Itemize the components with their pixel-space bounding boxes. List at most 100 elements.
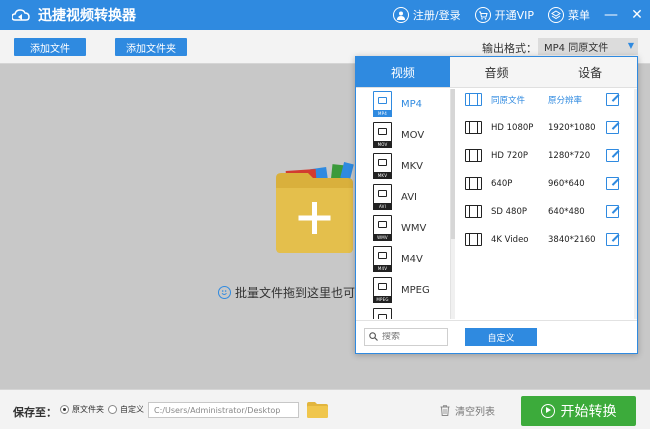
film-icon [465,177,482,190]
tab-audio[interactable]: 音频 [450,57,544,87]
format-item-avi[interactable]: AVI AVI [356,182,448,213]
open-vip-label: 开通VIP [494,9,534,22]
edit-icon[interactable] [606,233,619,246]
format-name: AVI [401,192,417,203]
start-convert-button[interactable]: 开始转换 [521,396,636,426]
video-file-icon: MOV [373,122,392,148]
edit-icon[interactable] [606,177,619,190]
tab-device[interactable]: 设备 [543,57,637,87]
format-name: MKV [401,161,424,172]
resolution-row[interactable]: 4K Video 3840*2160 [457,229,635,251]
format-tabs: 视频 音频 设备 [356,57,637,88]
minimize-button[interactable]: — [598,0,624,30]
clear-list-label: 清空列表 [455,407,495,418]
format-name: WMV [401,223,427,234]
save-to-label: 保存至： [13,406,57,419]
resolution-size: 640*480 [548,207,585,217]
film-icon [465,121,482,134]
video-file-icon: MPEG [373,277,392,303]
edit-icon[interactable] [606,205,619,218]
resolution-list: 同原文件 原分辨率 HD 1080P 1920*1080 HD 720P 128… [457,89,637,319]
resolution-size: 1280*720 [548,151,591,161]
register-login-label: 注册/登录 [412,9,461,22]
resolution-name: HD 1080P [491,123,534,133]
output-path-field[interactable]: C:/Users/Administrator/Desktop [148,402,299,418]
user-icon [392,7,409,23]
format-name: MOV [401,130,425,141]
film-icon [465,205,482,218]
video-file-icon [373,308,392,319]
format-search[interactable] [364,328,448,346]
format-name: MPEG [401,285,430,296]
output-format-select[interactable]: MP4 同原文件 ▼ [538,38,638,55]
format-item-mov[interactable]: MOV MOV [356,120,448,151]
film-icon [465,149,482,162]
output-format-value: MP4 同原文件 [544,43,609,54]
tab-video[interactable]: 视频 [356,57,450,87]
edit-icon[interactable] [606,149,619,162]
title-bar: 迅捷视频转换器 注册/登录 开通VIP 菜单 — ✕ [0,0,650,30]
film-icon [465,93,482,106]
menu-label: 菜单 [568,9,590,22]
custom-format-button[interactable]: 自定义 [465,328,537,346]
search-icon [369,330,378,344]
edit-icon[interactable] [606,93,619,106]
popup-footer: 自定义 [356,320,637,353]
format-popup: 视频 音频 设备 MP4 MP4 MOV MOV MKV MKV AVI AVI… [355,56,638,354]
resolution-name: HD 720P [491,151,528,161]
smile-icon [218,286,231,299]
resolution-row[interactable]: HD 1080P 1920*1080 [457,117,635,139]
add-file-button[interactable]: 添加文件 [14,38,86,56]
layers-icon [548,7,564,23]
format-list-scrollbar[interactable] [451,89,455,319]
menu-button[interactable]: 菜单 [548,7,590,23]
edit-icon[interactable] [606,121,619,134]
source-folder-radio[interactable] [60,405,69,414]
video-file-icon: AVI [373,184,392,210]
custom-folder-radio[interactable] [108,405,117,414]
resolution-size: 3840*2160 [548,235,596,245]
resolution-name: 同原文件 [491,96,526,106]
format-list: MP4 MP4 MOV MOV MKV MKV AVI AVI WMV WMV … [356,89,451,319]
format-item-wmv[interactable]: WMV WMV [356,213,448,244]
trash-icon [440,405,450,416]
resolution-row[interactable]: HD 720P 1280*720 [457,145,635,167]
video-file-icon: WMV [373,215,392,241]
resolution-row[interactable]: 同原文件 原分辨率 [457,89,635,111]
format-item-mp4[interactable]: MP4 MP4 [356,89,448,120]
bottom-bar: 保存至： 原文件夹 自定义 C:/Users/Administrator/Des… [0,389,650,429]
video-file-icon: MKV [373,153,392,179]
play-icon [540,404,555,418]
film-icon [465,233,482,246]
custom-folder-label: 自定义 [120,405,144,414]
resolution-name: 640P [491,179,513,189]
app-title: 迅捷视频转换器 [38,8,136,24]
app-logo-icon [11,7,32,23]
open-vip-button[interactable]: 开通VIP [474,7,534,23]
format-item-mpeg[interactable]: MPEG MPEG [356,275,448,306]
resolution-name: 4K Video [491,235,529,245]
format-item-m4v[interactable]: M4V M4V [356,244,448,275]
format-item-mkv[interactable]: MKV MKV [356,151,448,182]
resolution-size: 1920*1080 [548,123,596,133]
resolution-list-scrollbar[interactable] [634,89,637,319]
drop-hint: 批量文件拖到这里也可 [218,284,355,301]
resolution-size: 原分辨率 [548,96,583,106]
scrollbar-thumb[interactable] [451,89,455,239]
format-item-more[interactable] [356,306,448,319]
dropdown-arrow-icon: ▼ [627,41,634,50]
video-file-icon: MP4 [373,91,392,117]
browse-folder-icon[interactable] [307,402,328,418]
drop-hint-text: 批量文件拖到这里也可 [235,286,356,300]
resolution-row[interactable]: 640P 960*640 [457,173,635,195]
drop-area[interactable]: 批量文件拖到这里也可 视频 音频 设备 MP4 MP4 MOV MOV MKV … [0,56,650,388]
resolution-size: 960*640 [548,179,585,189]
search-input[interactable] [382,332,442,342]
register-login-button[interactable]: 注册/登录 [392,7,461,23]
clear-list-button[interactable]: 清空列表 [440,403,495,418]
resolution-name: SD 480P [491,207,527,217]
resolution-row[interactable]: SD 480P 640*480 [457,201,635,223]
close-button[interactable]: ✕ [624,0,650,30]
start-convert-label: 开始转换 [560,404,617,420]
add-folder-button[interactable]: 添加文件夹 [115,38,187,56]
